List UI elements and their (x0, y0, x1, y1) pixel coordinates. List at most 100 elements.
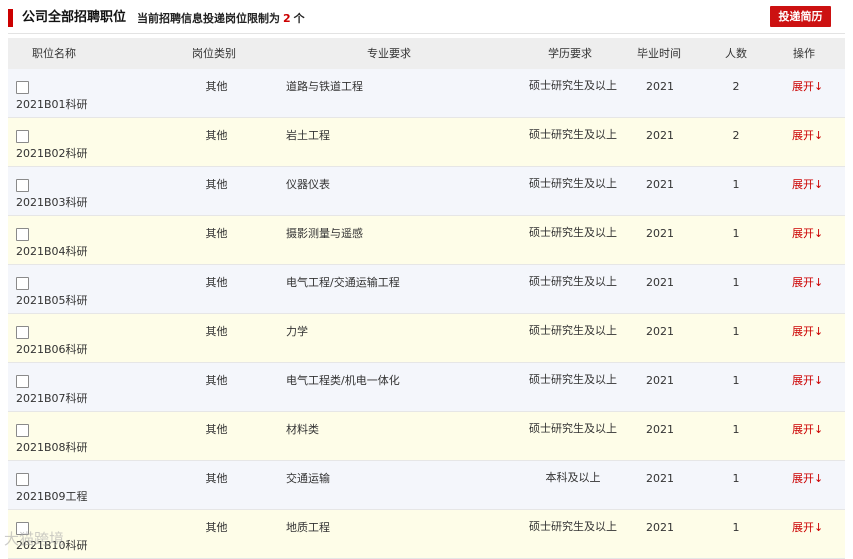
position-code: 2021B01科研 (16, 98, 88, 111)
education-requirement: 硕士研究生及以上 (529, 520, 617, 533)
table-row: 2021B04科研 其他 摄影测量与遥感 硕士研究生及以上 2021 1 展开↓ (8, 216, 845, 265)
table-row: 2021B10科研 其他 地质工程 硕士研究生及以上 2021 1 展开↓ (8, 510, 845, 559)
table-row: 2021B08科研 其他 材料类 硕士研究生及以上 2021 1 展开↓ (8, 412, 845, 461)
position-code: 2021B09工程 (16, 490, 88, 503)
row-checkbox[interactable] (16, 473, 29, 486)
table-row: 2021B05科研 其他 电气工程/交通运输工程 硕士研究生及以上 2021 1 展开↓ (8, 265, 845, 314)
education-requirement: 硕士研究生及以上 (529, 275, 617, 288)
education-requirement: 本科及以上 (545, 471, 601, 484)
limit-note-suffix: 个 (293, 12, 305, 25)
table-header: 职位名称 岗位类别 专业要求 学历要求 毕业时间 人数 操作 (8, 38, 845, 69)
headcount: 1 (732, 178, 740, 191)
table-row: 2021B07科研 其他 电气工程类/机电一体化 硕士研究生及以上 2021 1 展开↓ (8, 363, 845, 412)
position-category: 其他 (205, 227, 228, 240)
expand-link[interactable]: 展开↓ (792, 323, 823, 340)
table-body: 2021B01科研 其他 道路与铁道工程 硕士研究生及以上 2021 2 展开↓ 2021B0… (8, 69, 845, 559)
column-header-graduation: 毕业时间 (637, 47, 681, 60)
headcount: 1 (732, 227, 740, 240)
education-requirement: 硕士研究生及以上 (529, 79, 617, 92)
expand-link[interactable]: 展开↓ (792, 470, 823, 487)
major-requirement: 摄影测量与遥感 (286, 227, 363, 240)
major-requirement: 仪器仪表 (286, 178, 330, 191)
expand-link[interactable]: 展开↓ (792, 372, 823, 389)
position-code: 2021B04科研 (16, 245, 88, 258)
major-requirement: 地质工程 (286, 521, 330, 534)
headcount: 1 (732, 325, 740, 338)
row-checkbox[interactable] (16, 326, 29, 339)
expand-link[interactable]: 展开↓ (792, 78, 823, 95)
education-requirement: 硕士研究生及以上 (529, 422, 617, 435)
column-header-major: 专业要求 (367, 47, 411, 60)
position-code: 2021B03科研 (16, 196, 88, 209)
table-row: 2021B02科研 其他 岩土工程 硕士研究生及以上 2021 2 展开↓ (8, 118, 845, 167)
position-code: 2021B08科研 (16, 441, 88, 454)
row-checkbox[interactable] (16, 228, 29, 241)
title-accent-bar (8, 9, 13, 27)
headcount: 2 (732, 80, 740, 93)
headcount: 1 (732, 423, 740, 436)
table-row: 2021B06科研 其他 力学 硕士研究生及以上 2021 1 展开↓ (8, 314, 845, 363)
position-code: 2021B05科研 (16, 294, 88, 307)
graduation-year: 2021 (646, 521, 674, 534)
positions-table: 职位名称 岗位类别 专业要求 学历要求 毕业时间 人数 操作 2021B01科研… (8, 38, 845, 559)
education-requirement: 硕士研究生及以上 (529, 177, 617, 190)
headcount: 1 (732, 374, 740, 387)
submit-resume-button[interactable]: 投递简历 (770, 6, 831, 27)
row-checkbox[interactable] (16, 81, 29, 94)
limit-count: 2 (283, 12, 291, 25)
page-header: 公司全部招聘职位 当前招聘信息投递岗位限制为 2 个 投递简历 (0, 0, 853, 34)
column-header-education: 学历要求 (548, 47, 592, 60)
graduation-year: 2021 (646, 325, 674, 338)
position-code: 2021B02科研 (16, 147, 88, 160)
row-checkbox[interactable] (16, 375, 29, 388)
headcount: 1 (732, 472, 740, 485)
expand-link[interactable]: 展开↓ (792, 127, 823, 144)
table-row: 2021B01科研 其他 道路与铁道工程 硕士研究生及以上 2021 2 展开↓ (8, 69, 845, 118)
position-category: 其他 (205, 472, 228, 485)
education-requirement: 硕士研究生及以上 (529, 373, 617, 386)
row-checkbox[interactable] (16, 130, 29, 143)
position-category: 其他 (205, 178, 228, 191)
position-category: 其他 (205, 276, 228, 289)
graduation-year: 2021 (646, 374, 674, 387)
table-row: 2021B03科研 其他 仪器仪表 硕士研究生及以上 2021 1 展开↓ (8, 167, 845, 216)
graduation-year: 2021 (646, 227, 674, 240)
column-header-count: 人数 (725, 47, 747, 60)
major-requirement: 材料类 (286, 423, 319, 436)
expand-link[interactable]: 展开↓ (792, 519, 823, 536)
headcount: 1 (732, 276, 740, 289)
table-row: 2021B09工程 其他 交通运输 本科及以上 2021 1 展开↓ (8, 461, 845, 510)
major-requirement: 岩土工程 (286, 129, 330, 142)
expand-link[interactable]: 展开↓ (792, 274, 823, 291)
expand-link[interactable]: 展开↓ (792, 225, 823, 242)
column-header-position: 职位名称 (32, 47, 76, 60)
education-requirement: 硕士研究生及以上 (529, 128, 617, 141)
limit-note: 当前招聘信息投递岗位限制为 2 个 (137, 11, 305, 27)
position-category: 其他 (205, 325, 228, 338)
column-header-category: 岗位类别 (192, 47, 236, 60)
graduation-year: 2021 (646, 423, 674, 436)
education-requirement: 硕士研究生及以上 (529, 226, 617, 239)
graduation-year: 2021 (646, 80, 674, 93)
page-title: 公司全部招聘职位 (22, 10, 127, 25)
major-requirement: 电气工程/交通运输工程 (286, 276, 400, 289)
position-category: 其他 (205, 129, 228, 142)
graduation-year: 2021 (646, 178, 674, 191)
row-checkbox[interactable] (16, 179, 29, 192)
expand-link[interactable]: 展开↓ (792, 176, 823, 193)
limit-note-prefix: 当前招聘信息投递岗位限制为 (137, 12, 280, 25)
row-checkbox[interactable] (16, 424, 29, 437)
education-requirement: 硕士研究生及以上 (529, 324, 617, 337)
major-requirement: 道路与铁道工程 (286, 80, 363, 93)
row-checkbox[interactable] (16, 277, 29, 290)
major-requirement: 交通运输 (286, 472, 330, 485)
position-category: 其他 (205, 80, 228, 93)
major-requirement: 力学 (286, 325, 308, 338)
expand-link[interactable]: 展开↓ (792, 421, 823, 438)
graduation-year: 2021 (646, 276, 674, 289)
position-code: 2021B06科研 (16, 343, 88, 356)
watermark: 大猫跨境 (4, 530, 65, 548)
headcount: 1 (732, 521, 740, 534)
column-header-action: 操作 (793, 47, 815, 60)
major-requirement: 电气工程类/机电一体化 (286, 374, 400, 387)
